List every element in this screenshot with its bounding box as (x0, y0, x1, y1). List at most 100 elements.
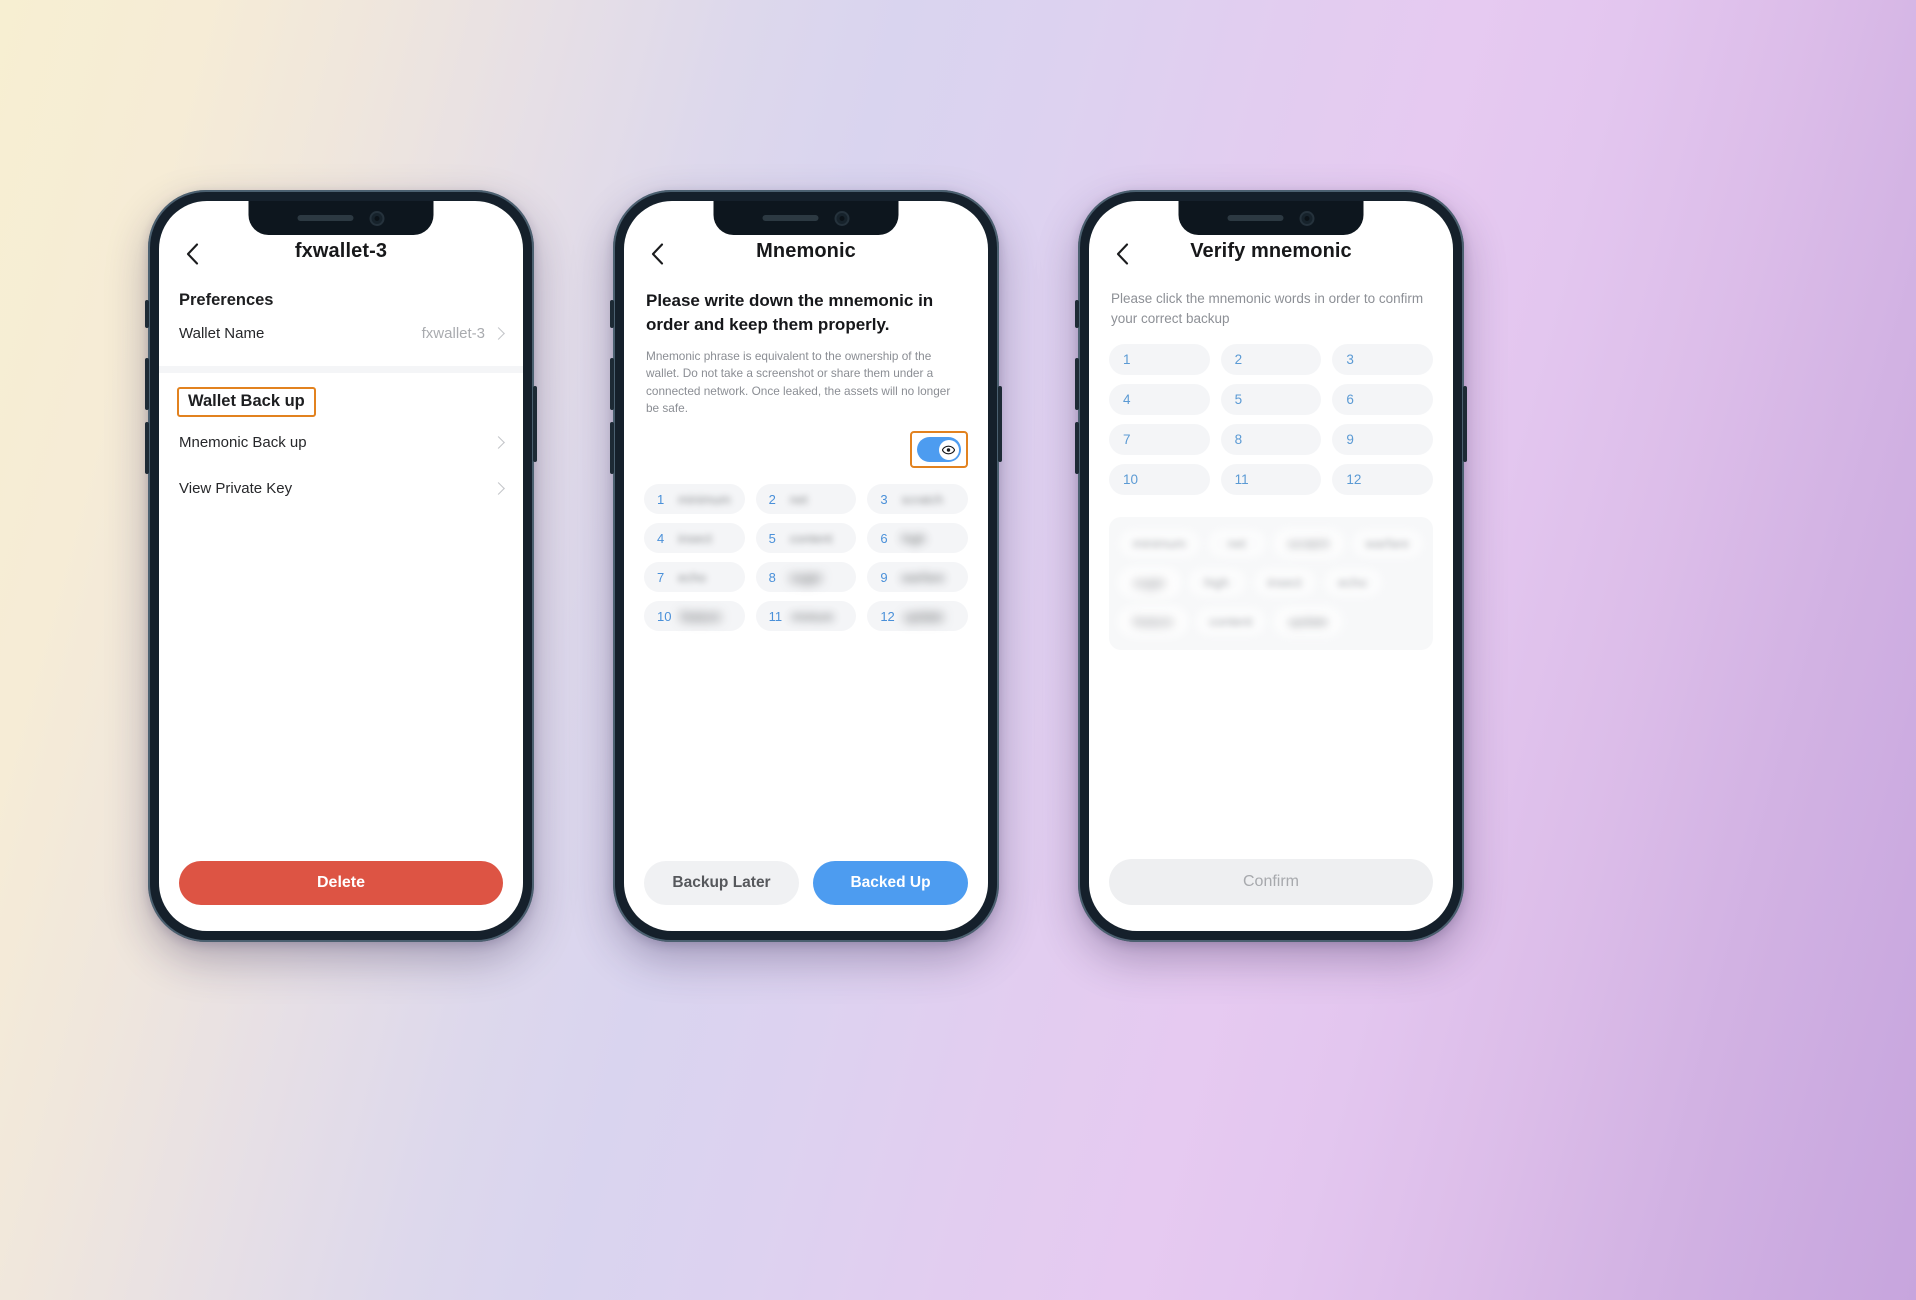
word-index: 11 (768, 608, 783, 624)
mnemonic-word-cell: 6 high (867, 523, 968, 554)
silent-switch[interactable] (145, 300, 149, 328)
mnemonic-heading: Please write down the mnemonic in order … (646, 291, 934, 335)
backup-later-button[interactable]: Backup Later (644, 861, 799, 905)
verify-slot[interactable]: 10 (1109, 464, 1210, 496)
delete-button[interactable]: Delete (179, 861, 503, 905)
word-chip[interactable]: feature (1119, 607, 1188, 637)
mnemonic-word-cell: 12 update (867, 601, 968, 632)
volume-down-button[interactable] (1075, 422, 1079, 474)
row-label: Mnemonic Back up (179, 433, 307, 451)
mnemonic-word-cell: 8 sugar (755, 562, 857, 593)
word-chip[interactable]: scratch (1273, 529, 1344, 559)
word-chip[interactable]: warfare (1351, 529, 1423, 559)
verify-instruction-text: Please click the mnemonic words in order… (1111, 291, 1424, 326)
word-text: echo (678, 569, 707, 585)
volume-down-button[interactable] (145, 422, 149, 474)
word-chip[interactable]: content (1195, 607, 1267, 637)
screen-verify-mnemonic: Verify mnemonic Please click the mnemoni… (1089, 201, 1453, 931)
screen-wallet-detail: fxwallet-3 Preferences Wallet Name fxwal… (159, 201, 523, 931)
word-chip[interactable]: insect (1253, 568, 1316, 598)
row-wallet-name[interactable]: Wallet Name fxwallet-3 (159, 310, 523, 356)
toggle-knob (938, 439, 959, 460)
device-notch (1178, 201, 1364, 235)
verify-slot[interactable]: 9 (1332, 424, 1433, 456)
power-button[interactable] (998, 386, 1002, 462)
mnemonic-word-cell: 11 mixture (755, 601, 857, 632)
earpiece-speaker (762, 215, 819, 221)
word-index: 10 (657, 608, 672, 624)
verify-slot[interactable]: 4 (1109, 384, 1210, 416)
earpiece-speaker (1227, 215, 1284, 221)
back-button[interactable] (1109, 241, 1135, 267)
page-title: Verify mnemonic (1190, 240, 1352, 262)
visibility-toggle[interactable] (917, 437, 961, 463)
word-text: update (903, 608, 944, 624)
phone-verify-mnemonic: Verify mnemonic Please click the mnemoni… (1075, 190, 1467, 942)
verify-slot[interactable]: 1 (1109, 344, 1210, 376)
section-title-preferences: Preferences (179, 291, 274, 309)
volume-up-button[interactable] (610, 358, 614, 410)
section-divider (159, 366, 523, 373)
word-text: feature (680, 608, 721, 624)
verify-slot[interactable]: 3 (1332, 344, 1433, 376)
highlight-wallet-backup: Wallet Back up (177, 387, 316, 417)
mnemonic-word-cell: 7 echo (644, 562, 745, 593)
word-text: insect (678, 530, 712, 546)
power-button[interactable] (1463, 386, 1467, 462)
verify-slot[interactable]: 12 (1332, 464, 1433, 496)
silent-switch[interactable] (1075, 300, 1079, 328)
word-text: minimum (678, 491, 731, 507)
mnemonic-word-cell: 4 insect (644, 523, 745, 554)
mnemonic-word-grid: 1 minimum 2 net 3 scratch 4 insect 5 con… (624, 468, 988, 632)
confirm-button[interactable]: Confirm (1109, 859, 1433, 905)
row-right (492, 481, 505, 495)
volume-up-button[interactable] (145, 358, 149, 410)
word-text: sugar (789, 569, 823, 585)
row-mnemonic-backup[interactable]: Mnemonic Back up (159, 419, 523, 465)
screenshot-canvas: fxwallet-3 Preferences Wallet Name fxwal… (0, 0, 1916, 1300)
highlight-visibility-toggle (910, 431, 968, 469)
word-chip[interactable]: sugar (1119, 568, 1180, 598)
word-index: 12 (880, 608, 895, 624)
silent-switch[interactable] (610, 300, 614, 328)
page-title: fxwallet-3 (294, 240, 388, 262)
mnemonic-footer: Backup Later Backed Up (644, 861, 968, 905)
word-index: 7 (657, 569, 665, 585)
verify-slot[interactable]: 6 (1332, 384, 1433, 416)
verify-slot[interactable]: 8 (1220, 424, 1322, 456)
word-bank: minimum net scratch warfare sugar high i… (1109, 517, 1433, 651)
mnemonic-word-cell: 9 warfare (867, 562, 968, 593)
eye-icon (942, 445, 955, 455)
word-text: high (901, 530, 926, 546)
phone-wallet-detail: fxwallet-3 Preferences Wallet Name fxwal… (145, 190, 537, 942)
verify-slot[interactable]: 11 (1220, 464, 1322, 496)
volume-up-button[interactable] (1075, 358, 1079, 410)
chevron-right-icon (492, 435, 505, 449)
backed-up-button[interactable]: Backed Up (813, 861, 968, 905)
mnemonic-word-cell: 2 net (755, 484, 857, 515)
device-notch (248, 201, 434, 235)
word-chip[interactable]: update (1274, 607, 1342, 637)
back-button[interactable] (179, 241, 205, 267)
word-index: 5 (768, 530, 776, 546)
verify-slot[interactable]: 5 (1220, 384, 1322, 416)
word-index: 1 (657, 491, 665, 507)
row-label: Wallet Name (179, 324, 265, 342)
row-label: View Private Key (179, 479, 293, 497)
word-chip[interactable]: echo (1323, 568, 1382, 598)
power-button[interactable] (533, 386, 537, 462)
word-chip[interactable]: high (1187, 568, 1246, 598)
row-view-private-key[interactable]: View Private Key (159, 465, 523, 511)
mnemonic-warning-text: Mnemonic phrase is equivalent to the own… (646, 349, 951, 415)
front-camera-icon (834, 210, 850, 226)
verify-slot[interactable]: 7 (1109, 424, 1210, 456)
back-button[interactable] (644, 241, 670, 267)
word-index: 4 (657, 530, 665, 546)
verify-slot-grid: 1 2 3 4 5 6 7 8 9 10 11 12 (1089, 328, 1453, 496)
volume-down-button[interactable] (610, 422, 614, 474)
verify-slot[interactable]: 2 (1220, 344, 1322, 376)
word-chip[interactable]: minimum (1119, 529, 1200, 559)
page-title: Mnemonic (756, 240, 856, 262)
word-chip[interactable]: net (1207, 529, 1266, 559)
mnemonic-word-cell: 5 content (755, 523, 857, 554)
